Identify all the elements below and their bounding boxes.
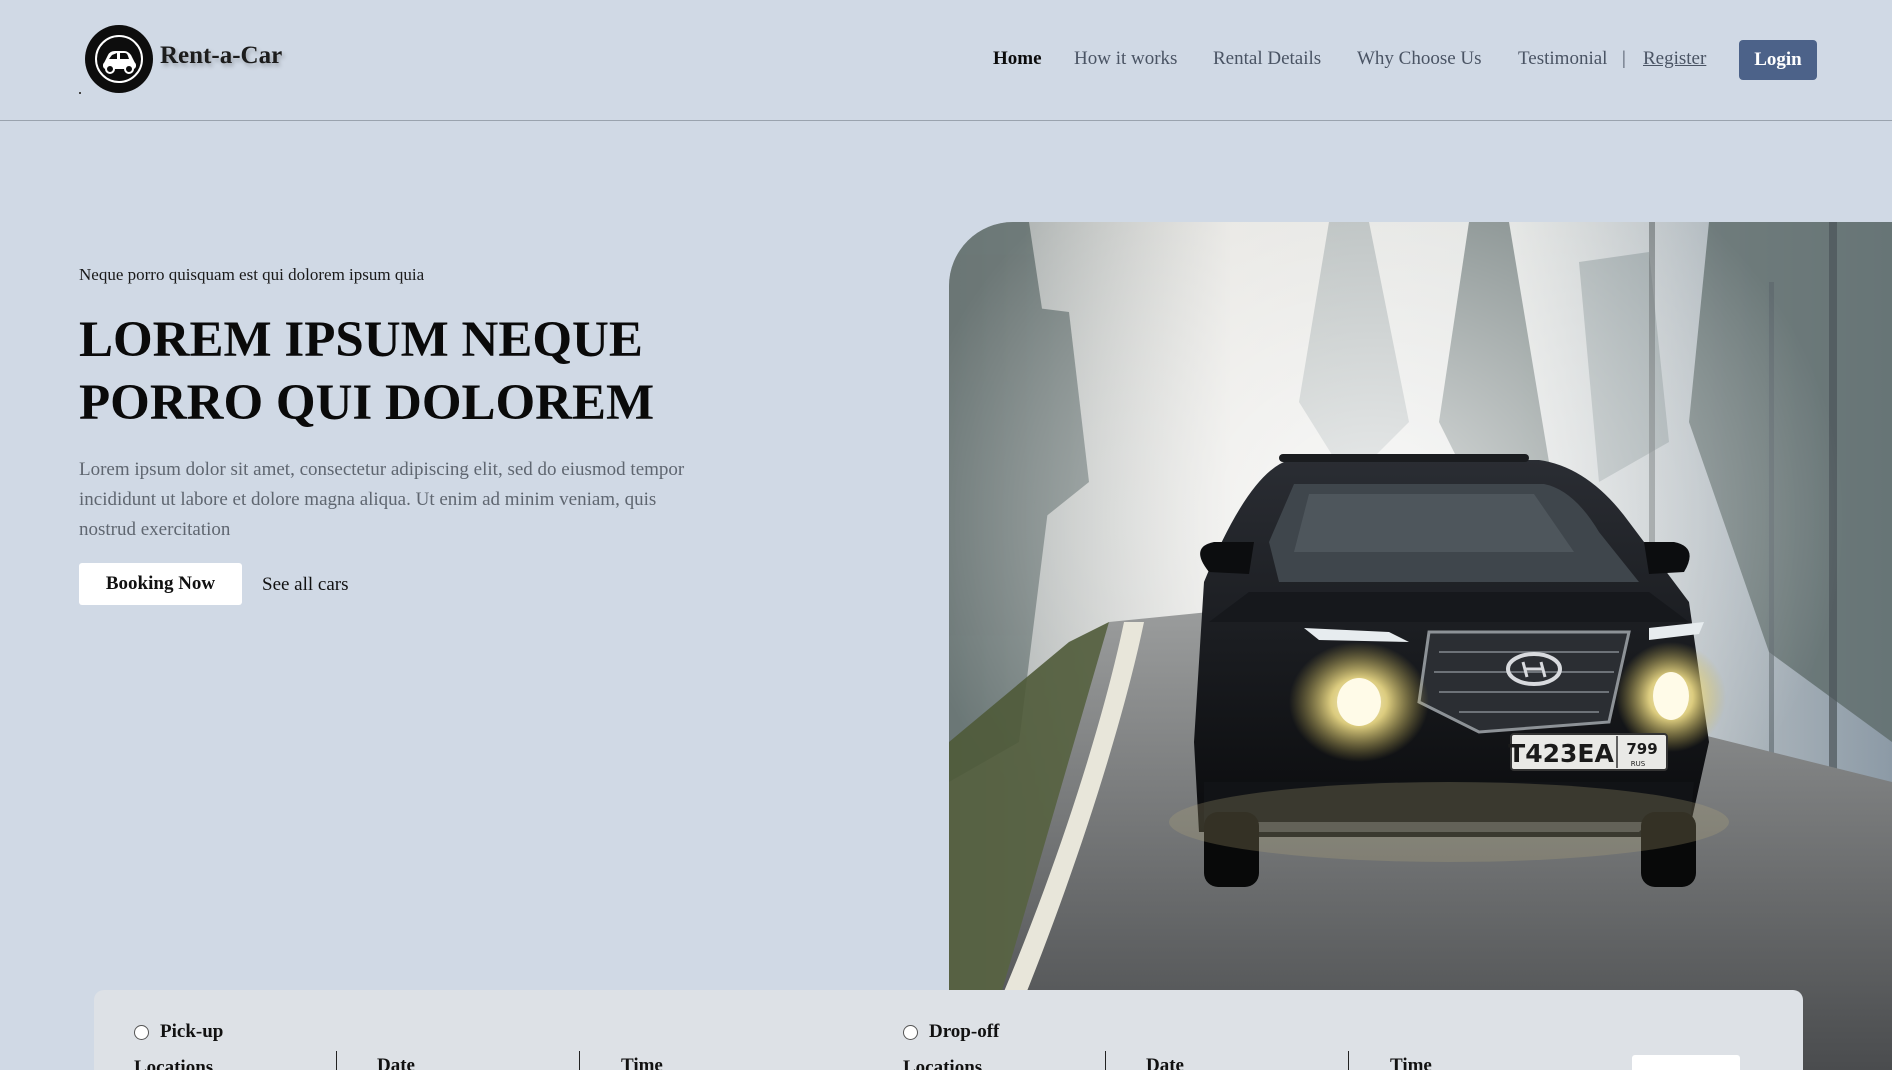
nav-separator: | <box>1622 48 1626 69</box>
dropoff-locations-field[interactable]: Locations <box>903 1057 982 1070</box>
license-plate-country: RUS <box>1631 760 1646 768</box>
booking-now-button[interactable]: Booking Now <box>79 563 242 605</box>
license-plate-number: T423EA <box>1508 739 1614 768</box>
dropoff-date-field[interactable]: Date <box>1146 1055 1184 1070</box>
booking-panel: Pick-up Locations Date Time Drop-off Loc… <box>94 990 1803 1070</box>
register-link[interactable]: Register <box>1643 48 1706 70</box>
dropoff-option[interactable]: Drop-off <box>903 1021 999 1043</box>
divider <box>336 1051 337 1070</box>
logo-mark <box>79 92 81 94</box>
search-button[interactable] <box>1632 1055 1740 1070</box>
pickup-date-field[interactable]: Date <box>377 1055 415 1070</box>
pickup-label: Pick-up <box>160 1021 224 1042</box>
pickup-option[interactable]: Pick-up <box>134 1021 223 1043</box>
divider <box>1348 1051 1349 1070</box>
pickup-time-field[interactable]: Time <box>621 1055 663 1070</box>
site-header: Rent-a-Car Home How it works Rental Deta… <box>0 0 1892 121</box>
hero-car-image: T423EA 799 RUS <box>949 222 1892 1070</box>
nav-item-how-it-works[interactable]: How it works <box>1074 48 1177 70</box>
pickup-locations-field[interactable]: Locations <box>134 1057 213 1070</box>
divider <box>579 1051 580 1070</box>
license-plate-region: 799 <box>1626 740 1657 758</box>
pickup-radio[interactable] <box>134 1024 149 1040</box>
divider <box>1105 1051 1106 1070</box>
dropoff-label: Drop-off <box>929 1021 1000 1042</box>
login-button[interactable]: Login <box>1739 40 1817 80</box>
dropoff-radio[interactable] <box>903 1024 918 1040</box>
see-all-cars-link[interactable]: See all cars <box>262 574 349 596</box>
nav-item-rental-details[interactable]: Rental Details <box>1213 48 1321 70</box>
hero-title: LOREM IPSUM NEQUE PORRO QUI DOLOREM <box>79 309 719 435</box>
hero-description: Lorem ipsum dolor sit amet, consectetur … <box>79 459 685 540</box>
nav-item-home[interactable]: Home <box>993 48 1042 70</box>
hero-title-line-1: LOREM IPSUM NEQUE <box>79 312 643 368</box>
hero-eyebrow: Neque porro quisquam est qui dolorem ips… <box>79 265 425 284</box>
dropoff-time-field[interactable]: Time <box>1390 1055 1432 1070</box>
main-nav: Home How it works Rental Details Why Cho… <box>0 48 1892 72</box>
hero-title-line-2: PORRO QUI DOLOREM <box>79 375 655 431</box>
nav-item-testimonial[interactable]: Testimonial <box>1518 48 1607 70</box>
nav-item-why-choose-us[interactable]: Why Choose Us <box>1357 48 1482 70</box>
